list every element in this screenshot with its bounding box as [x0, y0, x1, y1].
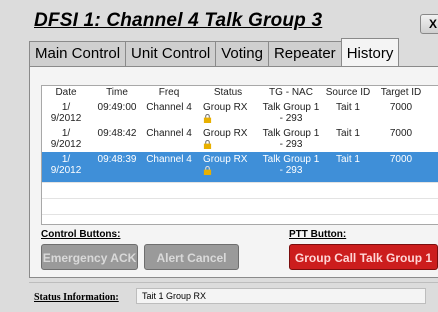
close-button[interactable]: X	[420, 14, 438, 34]
tab-bar: Main Control Unit Control Voting Repeate…	[29, 38, 400, 66]
cell-target-id: 7000	[389, 128, 413, 139]
group-call-ptt-button[interactable]: Group Call Talk Group 1	[289, 244, 438, 270]
emergency-ack-button[interactable]: Emergency ACK	[41, 244, 138, 270]
col-target-id[interactable]: Target ID	[375, 87, 427, 98]
cell-source-id: Tait 1	[336, 154, 360, 165]
cell-status: Group RX	[203, 128, 258, 149]
cell-status-text: Group RX	[203, 128, 248, 139]
tab-main-control[interactable]: Main Control	[29, 41, 127, 66]
col-freq[interactable]: Freq	[144, 87, 194, 98]
lock-icon	[203, 166, 212, 175]
tab-voting[interactable]: Voting	[215, 41, 269, 66]
status-information-field: Tait 1 Group RX	[136, 288, 426, 304]
divider	[29, 282, 438, 283]
tab-unit-control[interactable]: Unit Control	[125, 41, 217, 66]
status-information-label: Status Information:	[34, 292, 119, 303]
cell-date: 1/ 9/2012	[50, 102, 82, 124]
col-tg-nac[interactable]: TG - NAC	[262, 87, 320, 98]
cell-time: 09:48:42	[97, 128, 137, 139]
tab-history[interactable]: History	[340, 38, 400, 66]
cell-tg-nac: Talk Group 1 - 293	[262, 128, 320, 150]
cell-time: 09:49:00	[97, 102, 137, 113]
grid-line	[42, 198, 438, 199]
col-status[interactable]: Status	[198, 87, 258, 98]
col-time[interactable]: Time	[92, 87, 142, 98]
cell-freq: Channel 4	[146, 102, 192, 113]
cell-tg-nac: Talk Group 1 - 293	[262, 154, 320, 176]
table-row-selected[interactable]: 1/ 9/2012 09:48:39 Channel 4 Group RX Ta…	[42, 152, 438, 182]
cell-tg-nac: Talk Group 1 - 293	[262, 102, 320, 124]
alert-cancel-button[interactable]: Alert Cancel	[144, 244, 239, 270]
cell-freq: Channel 4	[146, 128, 192, 139]
ptt-button-label: PTT Button:	[289, 229, 347, 240]
cell-time: 09:48:39	[97, 154, 137, 165]
tab-repeater[interactable]: Repeater	[267, 41, 342, 66]
cell-status: Group RX	[203, 154, 258, 175]
cell-freq: Channel 4	[146, 154, 192, 165]
cell-date: 1/ 9/2012	[50, 128, 82, 150]
window-title: DFSI 1: Channel 4 Talk Group 3	[34, 10, 323, 31]
grid-line	[42, 182, 438, 183]
dfsi-window: DFSI 1: Channel 4 Talk Group 3 X Main Co…	[0, 0, 438, 312]
cell-status-text: Group RX	[203, 102, 248, 113]
cell-target-id: 7000	[389, 102, 413, 113]
col-source-id[interactable]: Source ID	[323, 87, 373, 98]
cell-source-id: Tait 1	[336, 128, 360, 139]
cell-status-text: Group RX	[203, 154, 248, 165]
history-table[interactable]: Date Time Freq Status TG - NAC Source ID…	[41, 85, 438, 225]
cell-target-id: 7000	[389, 154, 413, 165]
grid-line	[42, 214, 438, 215]
cell-date: 1/ 9/2012	[50, 154, 82, 176]
table-header: Date Time Freq Status TG - NAC Source ID…	[42, 86, 438, 100]
lock-icon	[203, 114, 212, 123]
cell-source-id: Tait 1	[336, 102, 360, 113]
col-date[interactable]: Date	[46, 87, 86, 98]
cell-status: Group RX	[203, 102, 258, 123]
lock-icon	[203, 140, 212, 149]
control-buttons-label: Control Buttons:	[41, 229, 121, 240]
